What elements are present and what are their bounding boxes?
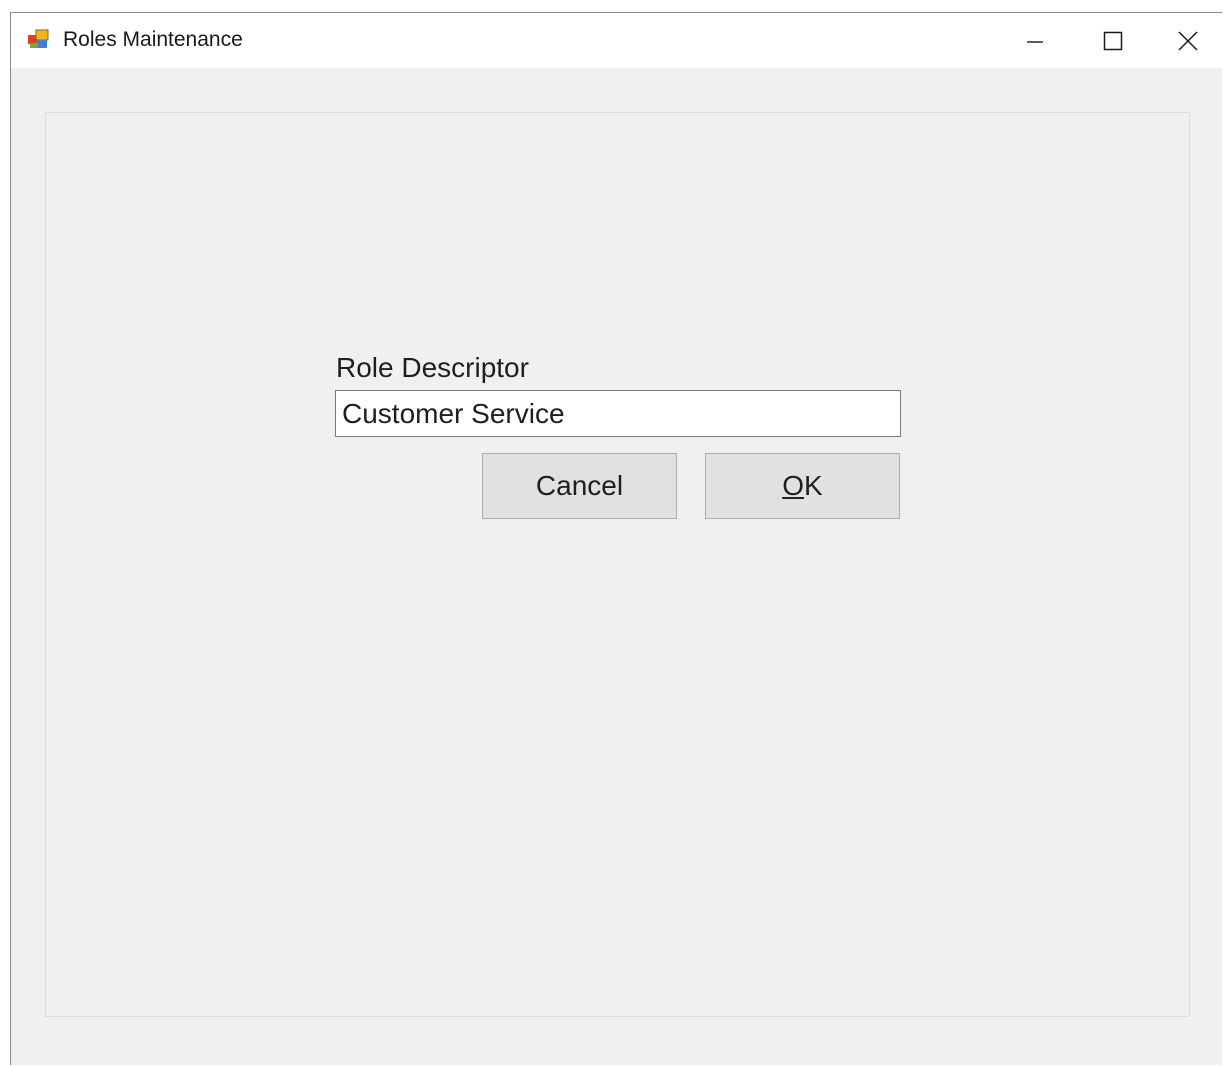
window-title: Roles Maintenance (63, 28, 243, 51)
ok-label-rest: K (804, 470, 823, 501)
roles-maintenance-window: Roles Maintenance Role Descriptor Custom… (10, 12, 1222, 1065)
ok-button[interactable]: OK (705, 453, 900, 519)
close-button[interactable] (1152, 13, 1223, 68)
title-bar[interactable]: Roles Maintenance (11, 13, 1222, 68)
close-icon (1177, 30, 1198, 51)
maximize-icon (1103, 31, 1123, 51)
role-descriptor-label: Role Descriptor (336, 352, 529, 383)
maximize-button[interactable] (1074, 13, 1152, 68)
form-panel (45, 112, 1190, 1017)
ok-accelerator-key: O (782, 470, 805, 501)
role-descriptor-input[interactable] (335, 390, 901, 437)
minimize-icon (1026, 32, 1044, 50)
cancel-button[interactable]: Cancel (482, 453, 677, 519)
form-app-icon (27, 28, 49, 50)
minimize-button[interactable] (996, 13, 1074, 68)
